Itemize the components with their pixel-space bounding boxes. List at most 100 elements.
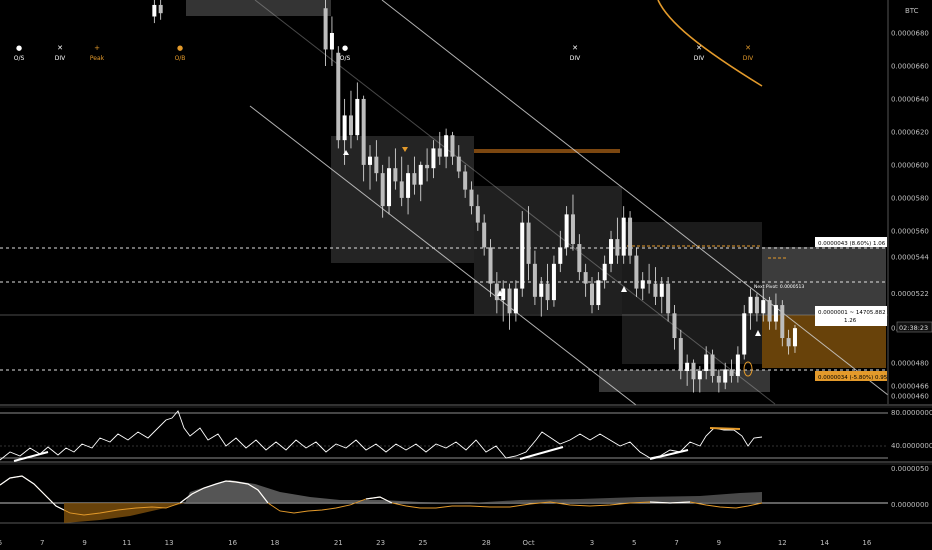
candle-body xyxy=(754,296,759,314)
svg-text:40.0000000: 40.0000000 xyxy=(891,442,932,450)
chart-canvas[interactable]: ● O/S ✕ DIV + Peak ● O/B ● O/S ✕ DIV ✕ DIV ✕ DIV BTC 0.… xyxy=(0,0,932,550)
candle-body xyxy=(691,362,696,380)
candle-body xyxy=(374,156,379,174)
candle-body xyxy=(425,164,430,169)
candle-body xyxy=(704,354,709,372)
candle-body xyxy=(152,4,157,17)
candle-body xyxy=(355,98,360,136)
time-tick-label: 13 xyxy=(165,539,174,547)
price-tick-label: 0.0000544 xyxy=(891,254,929,262)
candle-body xyxy=(488,247,493,284)
target-zone-up xyxy=(762,247,886,315)
candle-body xyxy=(602,263,607,281)
candle-body xyxy=(596,280,601,306)
signal-symbol: ✕ xyxy=(572,44,578,52)
candle-body xyxy=(545,283,550,301)
candle-body xyxy=(463,171,468,190)
countdown-text: 02:38:23 xyxy=(899,324,928,332)
candle-body xyxy=(628,217,633,256)
signal-symbol: + xyxy=(94,44,100,52)
signal-symbol: ● xyxy=(16,44,22,52)
lower-box-text: 0.0000034 (-5.80%) 0.95 xyxy=(818,375,888,381)
candle-body xyxy=(520,222,525,289)
divergence-line-orange xyxy=(709,427,741,430)
candle-body xyxy=(387,168,392,207)
candle-body xyxy=(577,244,582,273)
candle-body xyxy=(323,8,328,50)
candle-body xyxy=(583,272,588,284)
candle-body xyxy=(380,173,385,207)
candle-body xyxy=(532,263,537,297)
unit-label: BTC xyxy=(905,7,919,15)
candle-body xyxy=(564,214,569,248)
price-tick-label: 0.0000560 xyxy=(891,227,929,235)
time-tick-label: 9 xyxy=(717,539,721,547)
time-tick-label: 7 xyxy=(40,539,44,547)
signal-label: O/S xyxy=(14,55,25,62)
candle-body xyxy=(773,305,778,322)
candle-body xyxy=(475,206,480,223)
signal-label: DIV xyxy=(694,55,705,62)
price-tick-label: 0.0000620 xyxy=(891,128,929,136)
candle-body xyxy=(336,52,341,141)
candle-body xyxy=(412,173,417,185)
time-tick-label: 7 xyxy=(674,539,678,547)
candle-body xyxy=(697,371,702,380)
candle-body xyxy=(710,354,715,376)
candle-body xyxy=(666,283,671,314)
candle-body xyxy=(735,354,740,376)
price-tick-label: 0.0000466 xyxy=(891,382,929,390)
signal-label: DIV xyxy=(570,55,581,62)
candle-body xyxy=(158,4,163,14)
signal-label: DIV xyxy=(743,55,754,62)
candle-body xyxy=(399,181,404,198)
candle-body xyxy=(494,283,499,301)
time-tick-label: 18 xyxy=(270,539,279,547)
signal-symbol: ● xyxy=(342,44,348,52)
signal-symbol: ✕ xyxy=(745,44,751,52)
candle-body xyxy=(653,283,658,297)
price-tick-label: 0.0000640 xyxy=(891,95,929,103)
candle-body xyxy=(761,300,766,314)
signal-label: O/B xyxy=(175,55,186,62)
candle-body xyxy=(621,217,626,256)
time-tick-label: Oct xyxy=(523,539,535,547)
candle-body xyxy=(659,283,664,297)
candle-body xyxy=(450,135,455,157)
signal-label: Peak xyxy=(90,55,105,62)
next-pivot-text: Next Pivot: 0.0000513 xyxy=(754,284,804,290)
candle-body xyxy=(685,362,690,372)
price-tick-label: 0.0000460 xyxy=(891,392,929,400)
candle-body xyxy=(767,300,772,322)
price-tick-label: 0.0000680 xyxy=(891,29,929,37)
signal-symbol: ✕ xyxy=(696,44,702,52)
current-box-line1: 0.0000001 ~ 14705.882 xyxy=(818,310,886,316)
svg-text:80.0000000: 80.0000000 xyxy=(891,409,932,417)
candle-body xyxy=(786,338,791,347)
candle-body xyxy=(469,189,474,207)
time-tick-label: 5 xyxy=(0,539,2,547)
time-tick-label: 5 xyxy=(632,539,636,547)
time-tick-label: 28 xyxy=(482,539,491,547)
candle-body xyxy=(513,288,518,314)
time-tick-label: 21 xyxy=(334,539,343,547)
candle-body xyxy=(342,115,347,141)
candle-body xyxy=(716,375,721,383)
price-tick-label: 0.0000522 xyxy=(891,290,929,298)
candle-body xyxy=(507,288,512,314)
candle-body xyxy=(634,255,639,289)
candle-body xyxy=(792,328,797,347)
time-tick-label: 9 xyxy=(82,539,86,547)
price-tick-label: 0.0000480 xyxy=(891,359,929,367)
candle-body xyxy=(482,222,487,248)
upper-box-text: 0.0000043 (8.60%) 1.06 xyxy=(818,241,886,247)
time-tick-label: 16 xyxy=(862,539,871,547)
candle-body xyxy=(368,156,372,165)
candle-body xyxy=(672,313,677,339)
candle-body xyxy=(678,338,683,372)
time-tick-label: 25 xyxy=(418,539,427,547)
candle-body xyxy=(456,156,461,172)
signal-label: O/S xyxy=(340,55,351,62)
signal-label: DIV xyxy=(55,55,66,62)
candle-body xyxy=(551,263,556,301)
